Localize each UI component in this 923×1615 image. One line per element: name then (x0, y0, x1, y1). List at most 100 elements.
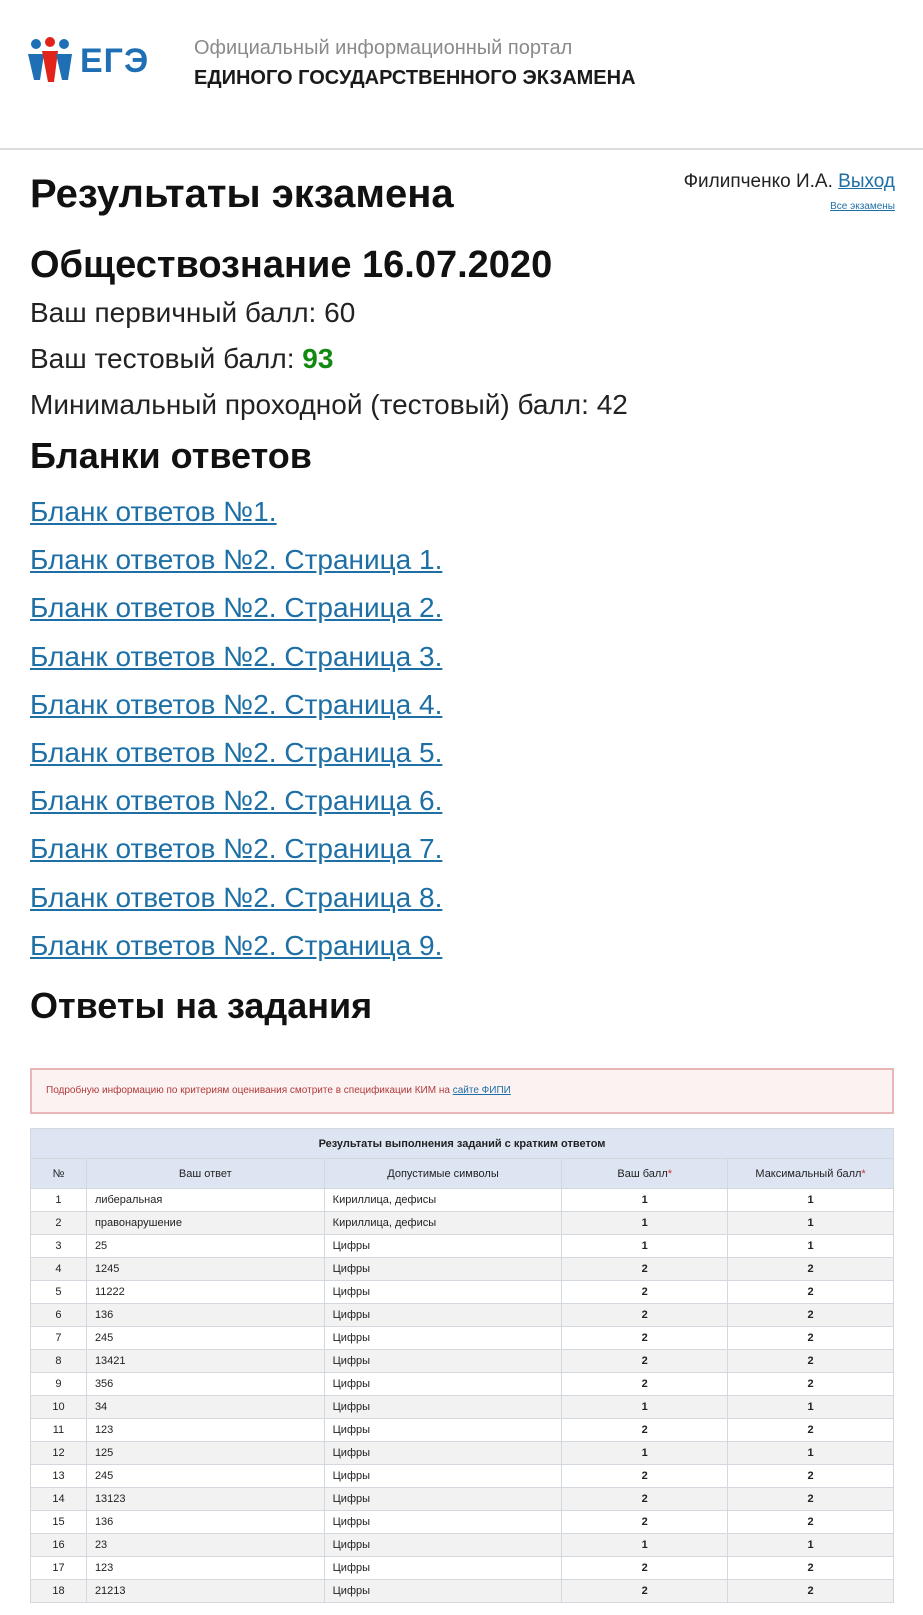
cell-allowed: Цифры (323, 1487, 563, 1511)
cell-max: 1 (727, 1211, 894, 1235)
cell-allowed: Цифры (323, 1441, 563, 1465)
cell-score: 2 (561, 1326, 729, 1350)
table-row: 18 21213 Цифры 2 2 (30, 1579, 894, 1603)
cell-num: 6 (30, 1303, 87, 1327)
form-link[interactable]: Бланк ответов №2. Страница 7. (30, 833, 442, 864)
fipi-link[interactable]: сайте ФИПИ (453, 1085, 511, 1096)
primary-score: Ваш первичный балл: 60 (30, 290, 900, 336)
col-score-label: Ваш балл (617, 1167, 668, 1180)
short-answers-table: Результаты выполнения заданий с кратким … (30, 1128, 894, 1603)
col-max-header: Максимальный балл* (727, 1158, 894, 1189)
cell-max: 1 (727, 1441, 894, 1465)
primary-score-label: Ваш первичный балл: (30, 297, 317, 328)
cell-answer: 1245 (85, 1257, 325, 1281)
form-link[interactable]: Бланк ответов №2. Страница 2. (30, 592, 442, 623)
cell-score: 1 (561, 1211, 729, 1235)
table-row: 12 125 Цифры 1 1 (30, 1441, 894, 1465)
table-row: 10 34 Цифры 1 1 (30, 1395, 894, 1419)
cell-max: 2 (727, 1280, 894, 1304)
cell-num: 7 (30, 1326, 87, 1350)
table-caption: Результаты выполнения заданий с кратким … (30, 1128, 894, 1159)
cell-max: 2 (727, 1303, 894, 1327)
cell-score: 2 (561, 1487, 729, 1511)
table-row: 15 136 Цифры 2 2 (30, 1510, 894, 1534)
cell-score: 2 (561, 1257, 729, 1281)
form-item: Бланк ответов №2. Страница 4. (30, 681, 900, 729)
notice-text: Подробную информацию по критериям оценив… (46, 1085, 450, 1096)
cell-answer: 123 (85, 1556, 325, 1580)
cell-max: 1 (727, 1188, 894, 1212)
cell-num: 13 (30, 1464, 87, 1488)
col-answer-header: Ваш ответ (85, 1158, 325, 1189)
cell-max: 1 (727, 1234, 894, 1258)
cell-allowed: Цифры (323, 1372, 563, 1396)
form-item: Бланк ответов №2. Страница 9. (30, 922, 900, 970)
cell-num: 11 (30, 1418, 87, 1442)
cell-score: 2 (561, 1510, 729, 1534)
ege-logo[interactable]: ЕГЭ (26, 36, 161, 86)
cell-allowed: Цифры (323, 1303, 563, 1327)
form-item: Бланк ответов №1. (30, 488, 900, 536)
cell-answer: либеральная (85, 1188, 325, 1212)
cell-max: 2 (727, 1556, 894, 1580)
form-link[interactable]: Бланк ответов №2. Страница 6. (30, 785, 442, 816)
cell-allowed: Цифры (323, 1280, 563, 1304)
table-body: 1 либеральная Кириллица, дефисы 1 1 2 правонар… (30, 1188, 894, 1603)
cell-allowed: Цифры (323, 1326, 563, 1350)
test-score-value: 93 (302, 343, 334, 374)
cell-score: 2 (561, 1280, 729, 1304)
cell-score: 1 (561, 1188, 729, 1212)
form-link[interactable]: Бланк ответов №2. Страница 3. (30, 641, 442, 672)
cell-allowed: Кириллица, дефисы (323, 1211, 563, 1235)
cell-max: 1 (727, 1395, 894, 1419)
table-row: 8 13421 Цифры 2 2 (30, 1349, 894, 1373)
table-caption-row: Результаты выполнения заданий с кратким … (30, 1128, 894, 1159)
cell-answer: 245 (85, 1464, 325, 1488)
portal-subtitle: Официальный информационный портал (194, 37, 573, 59)
cell-num: 16 (30, 1533, 87, 1557)
table-row: 4 1245 Цифры 2 2 (30, 1257, 894, 1281)
cell-num: 18 (30, 1579, 87, 1603)
cell-num: 2 (30, 1211, 87, 1235)
form-link[interactable]: Бланк ответов №2. Страница 9. (30, 930, 442, 961)
cell-num: 15 (30, 1510, 87, 1534)
logo-text: ЕГЭ (80, 42, 150, 80)
forms-list: Бланк ответов №1. Бланк ответов №2. Стра… (30, 488, 900, 970)
form-link[interactable]: Бланк ответов №2. Страница 8. (30, 882, 442, 913)
cell-allowed: Цифры (323, 1349, 563, 1373)
test-score: Ваш тестовый балл: 93 (30, 336, 900, 382)
form-item: Бланк ответов №2. Страница 1. (30, 536, 900, 584)
min-score: Минимальный проходной (тестовый) балл: 4… (30, 382, 900, 428)
cell-max: 2 (727, 1418, 894, 1442)
form-item: Бланк ответов №2. Страница 7. (30, 825, 900, 873)
cell-answer: 136 (85, 1303, 325, 1327)
form-link[interactable]: Бланк ответов №2. Страница 4. (30, 689, 442, 720)
table-row: 13 245 Цифры 2 2 (30, 1464, 894, 1488)
required-mark: * (861, 1167, 866, 1180)
form-link[interactable]: Бланк ответов №2. Страница 1. (30, 544, 442, 575)
cell-num: 4 (30, 1257, 87, 1281)
primary-score-value: 60 (324, 297, 356, 328)
cell-num: 5 (30, 1280, 87, 1304)
table-row: 9 356 Цифры 2 2 (30, 1372, 894, 1396)
form-link[interactable]: Бланк ответов №2. Страница 5. (30, 737, 442, 768)
cell-max: 2 (727, 1487, 894, 1511)
form-link[interactable]: Бланк ответов №1. (30, 496, 277, 527)
cell-allowed: Цифры (323, 1257, 563, 1281)
form-item: Бланк ответов №2. Страница 8. (30, 874, 900, 922)
cell-answer: правонарушение (85, 1211, 325, 1235)
cell-answer: 125 (85, 1441, 325, 1465)
cell-num: 1 (30, 1188, 87, 1212)
cell-num: 17 (30, 1556, 87, 1580)
table-row: 14 13123 Цифры 2 2 (30, 1487, 894, 1511)
table-row: 6 136 Цифры 2 2 (30, 1303, 894, 1327)
cell-score: 2 (561, 1464, 729, 1488)
cell-num: 12 (30, 1441, 87, 1465)
cell-answer: 13421 (85, 1349, 325, 1373)
forms-section-title: Бланки ответов (30, 435, 312, 476)
col-max-label: Максимальный балл (755, 1167, 862, 1180)
cell-score: 1 (561, 1395, 729, 1419)
cell-score: 2 (561, 1556, 729, 1580)
cell-answer: 11222 (85, 1280, 325, 1304)
cell-max: 2 (727, 1579, 894, 1603)
